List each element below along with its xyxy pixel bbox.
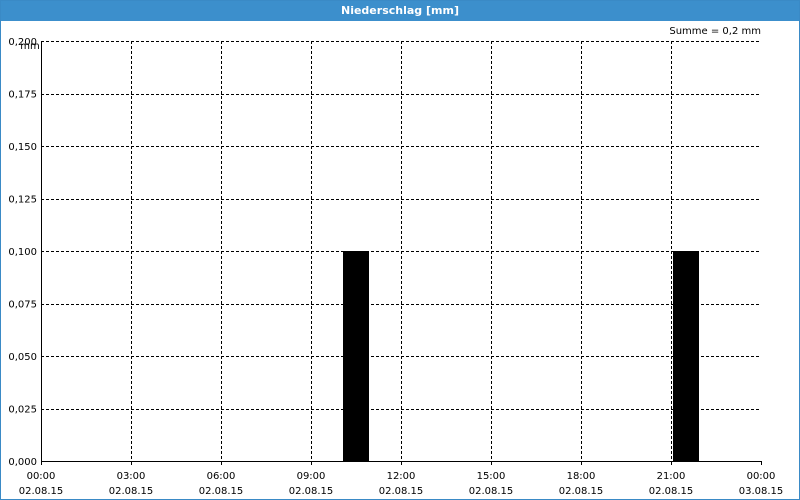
x-tick-time: 09:00	[297, 471, 326, 482]
x-tick-time: 15:00	[477, 471, 506, 482]
y-tick-label: 0,200	[8, 37, 37, 48]
x-tick-labels: 00:00 02.08.15 03:00 02.08.15 06:00 02.08.15 0…	[19, 471, 784, 497]
x-tick-time: 12:00	[387, 471, 416, 482]
x-tick-date: 02.08.15	[199, 486, 244, 497]
y-tick-label: 0,150	[8, 142, 37, 153]
x-tick-date: 02.08.15	[19, 486, 64, 497]
y-tick-labels: 0,000 0,025 0,050 0,075 0,100 0,125 0,150 0,175…	[8, 37, 37, 468]
x-tick-time: 00:00	[27, 471, 56, 482]
x-tick-time: 18:00	[567, 471, 596, 482]
x-tick-date: 03.08.15	[739, 486, 784, 497]
y-tick-label: 0,175	[8, 90, 37, 101]
y-tick-label: 0,000	[8, 457, 37, 468]
y-tick-label: 0,050	[8, 352, 37, 363]
y-tick-label: 0,125	[8, 195, 37, 206]
grid-lines	[41, 41, 761, 461]
x-tick-date: 02.08.15	[289, 486, 334, 497]
x-tick-date: 02.08.15	[109, 486, 154, 497]
y-tick-label: 0,100	[8, 247, 37, 258]
x-tick-date: 02.08.15	[469, 486, 514, 497]
precipitation-chart: mm 0,0000,0250,0500,0750,1000,1250,1500,…	[8, 37, 784, 497]
x-tick-date: 02.08.15	[379, 486, 424, 497]
x-tick-time: 21:00	[657, 471, 686, 482]
bar	[673, 251, 699, 461]
x-tick-time: 03:00	[117, 471, 146, 482]
x-tick-date: 02.08.15	[649, 486, 694, 497]
x-tick-date: 02.08.15	[559, 486, 604, 497]
y-tick-label: 0,075	[8, 300, 37, 311]
y-tick-label: 0,025	[8, 405, 37, 416]
x-tick-time: 06:00	[207, 471, 236, 482]
bar	[343, 251, 369, 461]
x-tick-time: 00:00	[747, 471, 776, 482]
